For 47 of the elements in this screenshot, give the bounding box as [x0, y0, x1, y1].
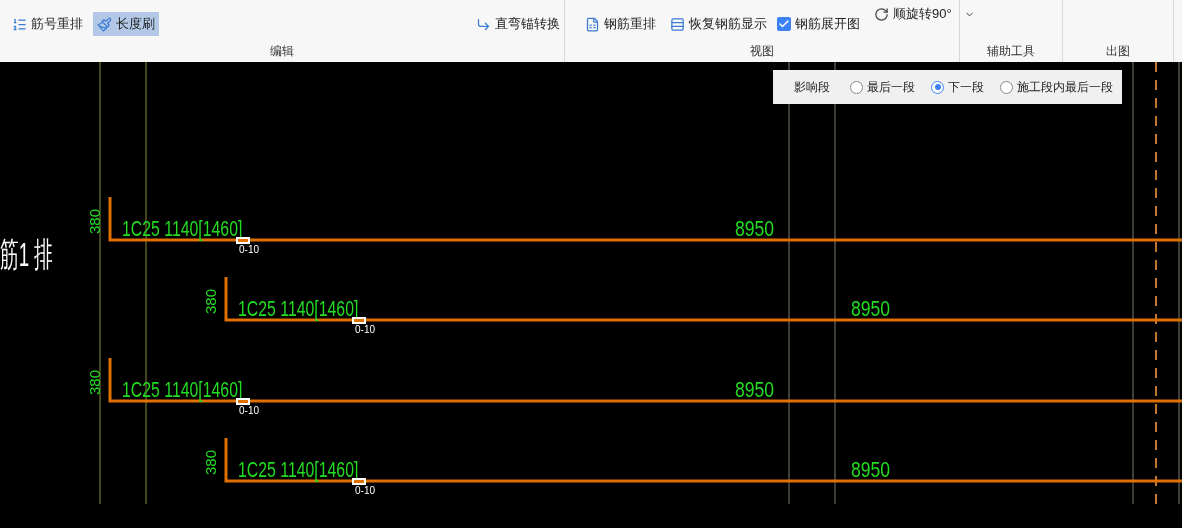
check-icon	[778, 18, 790, 30]
ribbon-button[interactable]: 长度刷	[93, 12, 159, 36]
marker-label: 0-10	[355, 325, 375, 335]
radio-label: 施工段内最后一段	[1017, 79, 1113, 96]
group-label: 出图	[1106, 43, 1130, 60]
hook-dimension: 380	[203, 289, 218, 314]
lines-icon	[670, 16, 685, 32]
checkbox-label: 钢筋展开图	[795, 15, 860, 34]
rebar-spec: 1C25 1140[1460]	[122, 379, 243, 401]
ribbon-button[interactable]: 恢复钢筋显示	[666, 12, 771, 36]
checkbox[interactable]: 钢筋展开图	[777, 12, 860, 36]
row-label: 筋1 排	[0, 237, 53, 271]
radio-label: 下一段	[948, 79, 984, 96]
hook-dimension: 380	[87, 209, 102, 234]
rebar-spec: 1C25 1140[1460]	[238, 459, 359, 481]
marker-label: 0-10	[239, 406, 259, 416]
numbered-list-icon	[12, 16, 27, 32]
radio-button[interactable]	[850, 80, 863, 94]
radio-option[interactable]: 下一段	[931, 78, 984, 96]
document-icon	[585, 16, 600, 32]
length-label: 8950	[851, 298, 891, 320]
marker-label: 0-10	[355, 486, 375, 496]
ribbon-button[interactable]: 钢筋重排	[581, 12, 660, 36]
group-label: 编辑	[270, 43, 294, 60]
rebar-spec: 1C25 1140[1460]	[238, 298, 359, 320]
group-label: 辅助工具	[987, 43, 1035, 60]
rotate-dropdown[interactable]: 顺旋转90°	[874, 2, 975, 26]
radio-option[interactable]: 最后一段	[850, 78, 915, 96]
radio-label: 最后一段	[867, 79, 915, 96]
hook-dimension: 380	[87, 370, 102, 395]
group-label: 视图	[750, 43, 774, 60]
brush-icon	[97, 16, 112, 32]
radio-button[interactable]	[931, 80, 944, 94]
hook-dimension: 380	[203, 450, 218, 475]
length-label: 8950	[735, 379, 775, 401]
ribbon-button[interactable]: 筋号重排	[8, 12, 87, 36]
radio-option[interactable]: 施工段内最后一段	[1000, 78, 1113, 96]
panel-label: 影响段	[794, 79, 830, 96]
rebar-spec: 1C25 1140[1460]	[122, 218, 243, 240]
radio-button[interactable]	[1000, 80, 1013, 94]
length-label: 8950	[735, 218, 775, 240]
length-label: 8950	[851, 459, 891, 481]
corner-arrow-icon	[476, 16, 491, 32]
marker-label: 0-10	[239, 245, 259, 255]
rotate-icon	[874, 6, 889, 22]
ribbon-button[interactable]: 直弯锚转换	[472, 12, 564, 36]
checkbox-box[interactable]	[777, 17, 791, 31]
